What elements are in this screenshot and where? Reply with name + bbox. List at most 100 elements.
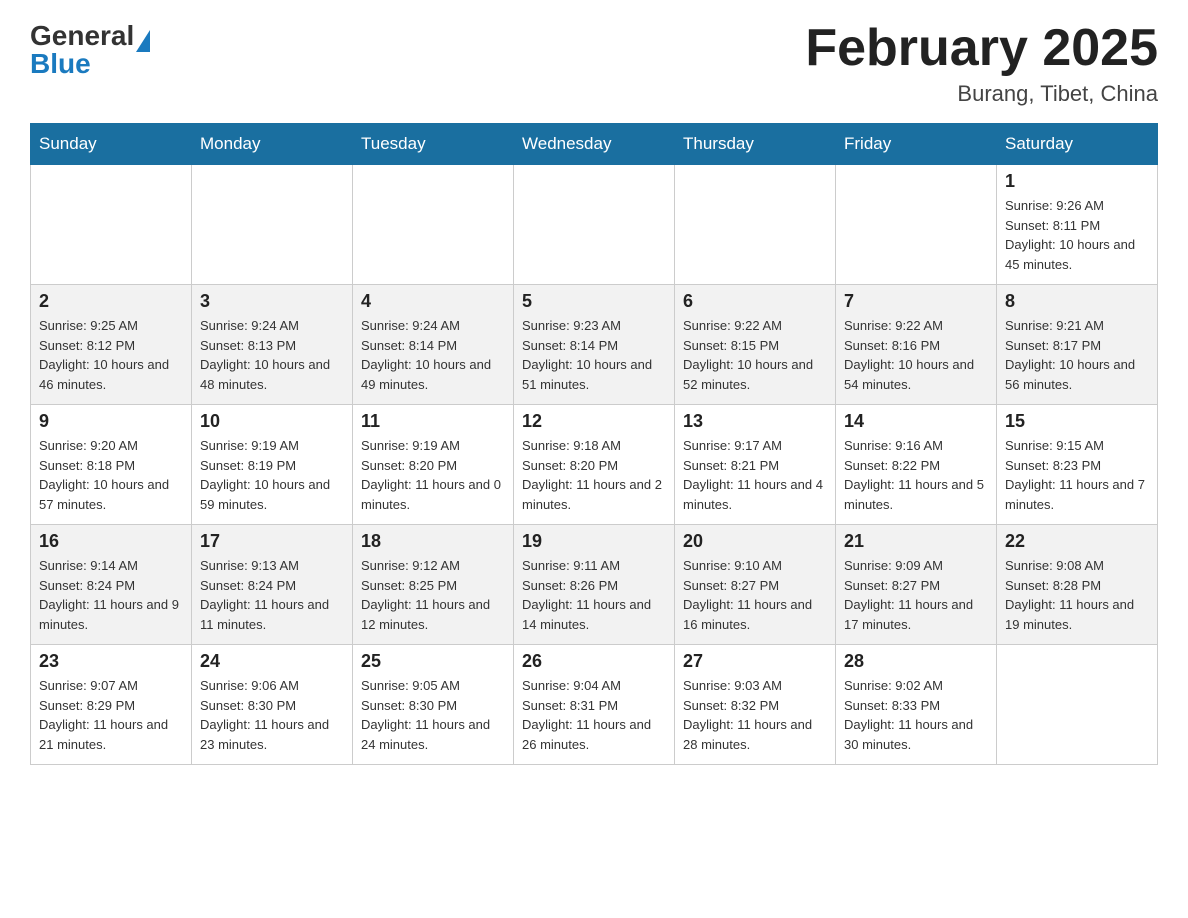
day-number: 13: [683, 411, 827, 432]
calendar-cell: 18 Sunrise: 9:12 AMSunset: 8:25 PMDayligh…: [353, 525, 514, 645]
calendar-cell: 25 Sunrise: 9:05 AMSunset: 8:30 PMDayligh…: [353, 645, 514, 765]
logo: General Blue: [30, 20, 150, 78]
location-title: Burang, Tibet, China: [805, 81, 1158, 107]
day-number: 5: [522, 291, 666, 312]
day-info: Sunrise: 9:24 AMSunset: 8:14 PMDaylight:…: [361, 316, 505, 394]
calendar-cell: [353, 165, 514, 285]
day-info: Sunrise: 9:04 AMSunset: 8:31 PMDaylight:…: [522, 676, 666, 754]
calendar-cell: 24 Sunrise: 9:06 AMSunset: 8:30 PMDayligh…: [192, 645, 353, 765]
day-number: 23: [39, 651, 183, 672]
day-info: Sunrise: 9:20 AMSunset: 8:18 PMDaylight:…: [39, 436, 183, 514]
day-number: 4: [361, 291, 505, 312]
logo-triangle-icon: [136, 30, 150, 52]
calendar-cell: 12 Sunrise: 9:18 AMSunset: 8:20 PMDayligh…: [514, 405, 675, 525]
day-info: Sunrise: 9:21 AMSunset: 8:17 PMDaylight:…: [1005, 316, 1149, 394]
calendar-cell: 1 Sunrise: 9:26 AMSunset: 8:11 PMDaylight…: [997, 165, 1158, 285]
day-number: 24: [200, 651, 344, 672]
day-number: 2: [39, 291, 183, 312]
day-number: 27: [683, 651, 827, 672]
day-info: Sunrise: 9:23 AMSunset: 8:14 PMDaylight:…: [522, 316, 666, 394]
calendar-cell: 23 Sunrise: 9:07 AMSunset: 8:29 PMDayligh…: [31, 645, 192, 765]
calendar-cell: 14 Sunrise: 9:16 AMSunset: 8:22 PMDayligh…: [836, 405, 997, 525]
month-title: February 2025: [805, 20, 1158, 77]
day-info: Sunrise: 9:22 AMSunset: 8:16 PMDaylight:…: [844, 316, 988, 394]
calendar-header-friday: Friday: [836, 124, 997, 165]
calendar-cell: 9 Sunrise: 9:20 AMSunset: 8:18 PMDaylight…: [31, 405, 192, 525]
calendar-cell: 7 Sunrise: 9:22 AMSunset: 8:16 PMDaylight…: [836, 285, 997, 405]
day-info: Sunrise: 9:17 AMSunset: 8:21 PMDaylight:…: [683, 436, 827, 514]
day-number: 21: [844, 531, 988, 552]
day-info: Sunrise: 9:10 AMSunset: 8:27 PMDaylight:…: [683, 556, 827, 634]
calendar-cell: 21 Sunrise: 9:09 AMSunset: 8:27 PMDayligh…: [836, 525, 997, 645]
calendar-cell: 8 Sunrise: 9:21 AMSunset: 8:17 PMDaylight…: [997, 285, 1158, 405]
day-number: 20: [683, 531, 827, 552]
day-info: Sunrise: 9:11 AMSunset: 8:26 PMDaylight:…: [522, 556, 666, 634]
calendar-header-saturday: Saturday: [997, 124, 1158, 165]
day-number: 12: [522, 411, 666, 432]
day-info: Sunrise: 9:05 AMSunset: 8:30 PMDaylight:…: [361, 676, 505, 754]
calendar-week-row: 9 Sunrise: 9:20 AMSunset: 8:18 PMDaylight…: [31, 405, 1158, 525]
day-number: 28: [844, 651, 988, 672]
day-info: Sunrise: 9:16 AMSunset: 8:22 PMDaylight:…: [844, 436, 988, 514]
calendar-cell: 16 Sunrise: 9:14 AMSunset: 8:24 PMDayligh…: [31, 525, 192, 645]
calendar-cell: 20 Sunrise: 9:10 AMSunset: 8:27 PMDayligh…: [675, 525, 836, 645]
day-number: 19: [522, 531, 666, 552]
calendar-cell: [997, 645, 1158, 765]
day-info: Sunrise: 9:19 AMSunset: 8:19 PMDaylight:…: [200, 436, 344, 514]
calendar-cell: [836, 165, 997, 285]
day-number: 25: [361, 651, 505, 672]
day-number: 3: [200, 291, 344, 312]
day-number: 26: [522, 651, 666, 672]
page-header: General Blue February 2025 Burang, Tibet…: [30, 20, 1158, 107]
day-number: 1: [1005, 171, 1149, 192]
calendar-header-sunday: Sunday: [31, 124, 192, 165]
calendar-week-row: 16 Sunrise: 9:14 AMSunset: 8:24 PMDayligh…: [31, 525, 1158, 645]
day-number: 14: [844, 411, 988, 432]
calendar-cell: [514, 165, 675, 285]
calendar-header-tuesday: Tuesday: [353, 124, 514, 165]
calendar-cell: 11 Sunrise: 9:19 AMSunset: 8:20 PMDayligh…: [353, 405, 514, 525]
calendar-cell: [192, 165, 353, 285]
day-info: Sunrise: 9:19 AMSunset: 8:20 PMDaylight:…: [361, 436, 505, 514]
calendar-header-wednesday: Wednesday: [514, 124, 675, 165]
calendar-cell: 2 Sunrise: 9:25 AMSunset: 8:12 PMDaylight…: [31, 285, 192, 405]
day-number: 10: [200, 411, 344, 432]
day-number: 7: [844, 291, 988, 312]
calendar-week-row: 23 Sunrise: 9:07 AMSunset: 8:29 PMDayligh…: [31, 645, 1158, 765]
day-info: Sunrise: 9:07 AMSunset: 8:29 PMDaylight:…: [39, 676, 183, 754]
day-info: Sunrise: 9:18 AMSunset: 8:20 PMDaylight:…: [522, 436, 666, 514]
day-info: Sunrise: 9:03 AMSunset: 8:32 PMDaylight:…: [683, 676, 827, 754]
calendar-cell: [675, 165, 836, 285]
calendar-cell: 27 Sunrise: 9:03 AMSunset: 8:32 PMDayligh…: [675, 645, 836, 765]
calendar-cell: 13 Sunrise: 9:17 AMSunset: 8:21 PMDayligh…: [675, 405, 836, 525]
day-info: Sunrise: 9:09 AMSunset: 8:27 PMDaylight:…: [844, 556, 988, 634]
calendar-cell: 5 Sunrise: 9:23 AMSunset: 8:14 PMDaylight…: [514, 285, 675, 405]
day-info: Sunrise: 9:02 AMSunset: 8:33 PMDaylight:…: [844, 676, 988, 754]
calendar-cell: 3Sunrise: 9:24 AMSunset: 8:13 PMDaylight…: [192, 285, 353, 405]
calendar-table: SundayMondayTuesdayWednesdayThursdayFrid…: [30, 123, 1158, 765]
day-number: 9: [39, 411, 183, 432]
calendar-cell: [31, 165, 192, 285]
calendar-header-thursday: Thursday: [675, 124, 836, 165]
day-info: Sunrise: 9:06 AMSunset: 8:30 PMDaylight:…: [200, 676, 344, 754]
day-number: 15: [1005, 411, 1149, 432]
calendar-header-row: SundayMondayTuesdayWednesdayThursdayFrid…: [31, 124, 1158, 165]
calendar-cell: 15Sunrise: 9:15 AMSunset: 8:23 PMDayligh…: [997, 405, 1158, 525]
calendar-cell: 26 Sunrise: 9:04 AMSunset: 8:31 PMDayligh…: [514, 645, 675, 765]
day-number: 16: [39, 531, 183, 552]
day-number: 8: [1005, 291, 1149, 312]
calendar-week-row: 2 Sunrise: 9:25 AMSunset: 8:12 PMDaylight…: [31, 285, 1158, 405]
day-info: Sunrise: 9:14 AMSunset: 8:24 PMDaylight:…: [39, 556, 183, 634]
day-number: 11: [361, 411, 505, 432]
calendar-cell: 17Sunrise: 9:13 AMSunset: 8:24 PMDayligh…: [192, 525, 353, 645]
day-info: Sunrise: 9:12 AMSunset: 8:25 PMDaylight:…: [361, 556, 505, 634]
calendar-header-monday: Monday: [192, 124, 353, 165]
calendar-cell: 6 Sunrise: 9:22 AMSunset: 8:15 PMDaylight…: [675, 285, 836, 405]
day-number: 17: [200, 531, 344, 552]
calendar-cell: 28 Sunrise: 9:02 AMSunset: 8:33 PMDayligh…: [836, 645, 997, 765]
day-number: 18: [361, 531, 505, 552]
day-info: Sunrise: 9:25 AMSunset: 8:12 PMDaylight:…: [39, 316, 183, 394]
day-number: 6: [683, 291, 827, 312]
day-info: Sunrise: 9:22 AMSunset: 8:15 PMDaylight:…: [683, 316, 827, 394]
day-info: Sunrise: 9:26 AMSunset: 8:11 PMDaylight:…: [1005, 196, 1149, 274]
